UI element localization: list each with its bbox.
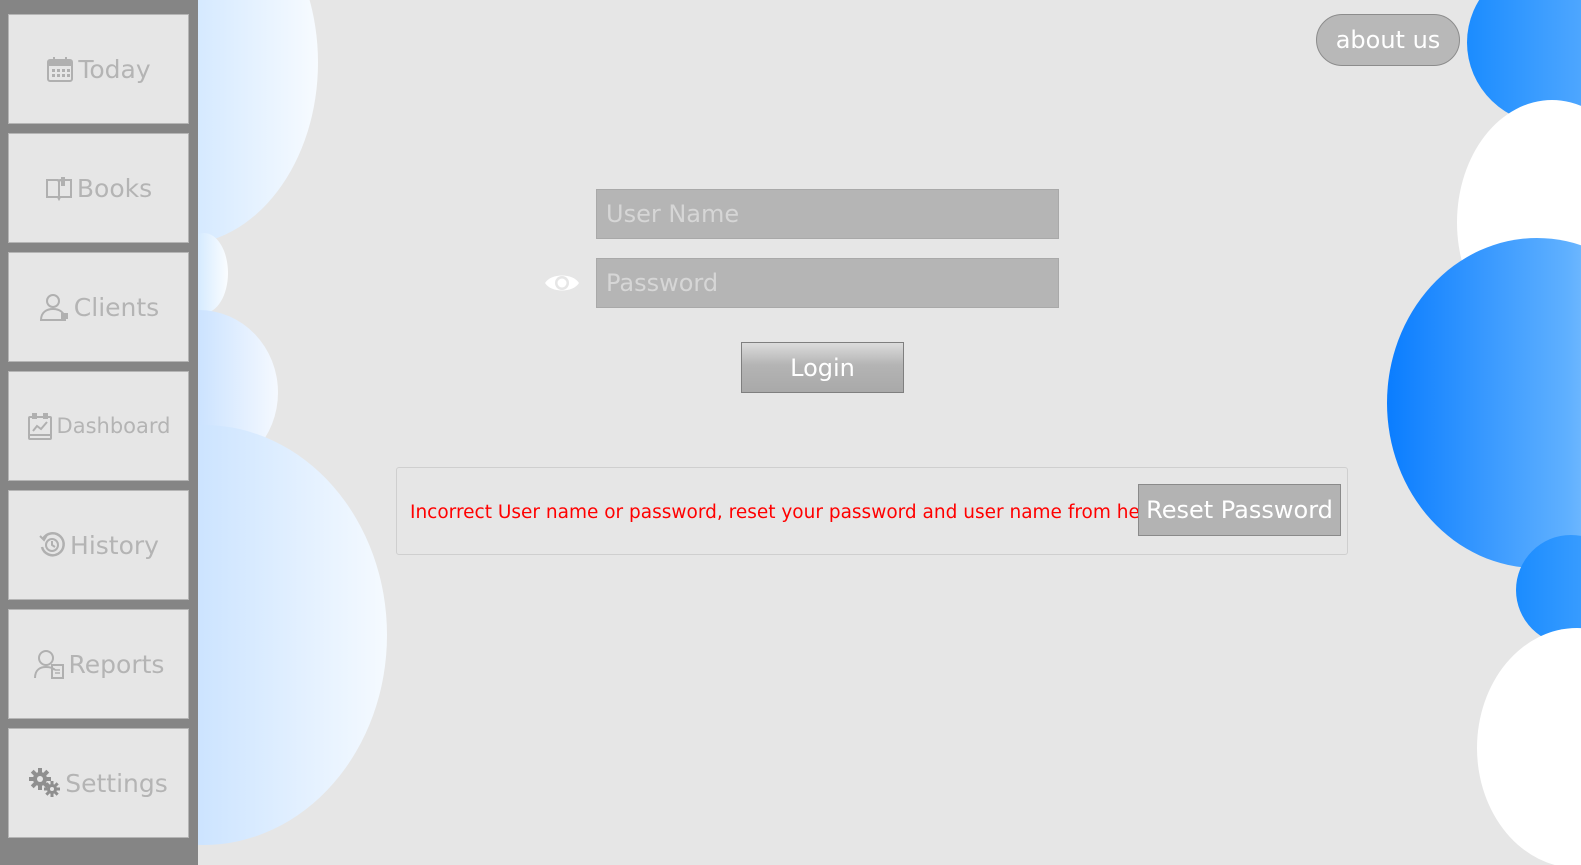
calendar-icon [46,55,74,83]
login-button[interactable]: Login [741,342,904,393]
sidebar-item-today[interactable]: Today [8,14,189,124]
sidebar-item-label: Settings [65,768,168,798]
sidebar-item-label: Today [78,54,151,84]
report-icon [33,648,65,680]
sidebar-item-clients[interactable]: Clients [8,252,189,362]
decorative-bubble [1477,628,1581,865]
sidebar-item-dashboard[interactable]: Dashboard [8,371,189,481]
sidebar-item-label: History [70,530,159,560]
gear-icon [29,768,61,798]
history-icon [38,531,66,559]
sidebar-item-reports[interactable]: Reports [8,609,189,719]
sidebar-item-label: Reports [68,649,165,679]
login-window: Today Books Clients Dashboard History Re… [0,0,1581,865]
client-icon [38,292,70,322]
error-message: Incorrect User name or password, reset y… [410,502,1159,523]
username-input[interactable] [596,189,1059,239]
sidebar-item-settings[interactable]: Settings [8,728,189,838]
sidebar-item-label: Clients [73,292,160,322]
sidebar: Today Books Clients Dashboard History Re… [0,0,198,865]
error-panel: Incorrect User name or password, reset y… [396,467,1348,555]
sidebar-item-label: Dashboard [56,414,171,438]
decorative-bubble [1387,238,1581,568]
eye-icon[interactable] [543,268,581,298]
sidebar-item-history[interactable]: History [8,490,189,600]
book-icon [45,175,73,201]
dashboard-icon [27,411,53,441]
about-us-button[interactable]: about us [1316,14,1460,66]
reset-password-button[interactable]: Reset Password [1138,484,1341,536]
sidebar-item-books[interactable]: Books [8,133,189,243]
password-input[interactable] [596,258,1059,308]
sidebar-item-label: Books [76,173,153,203]
